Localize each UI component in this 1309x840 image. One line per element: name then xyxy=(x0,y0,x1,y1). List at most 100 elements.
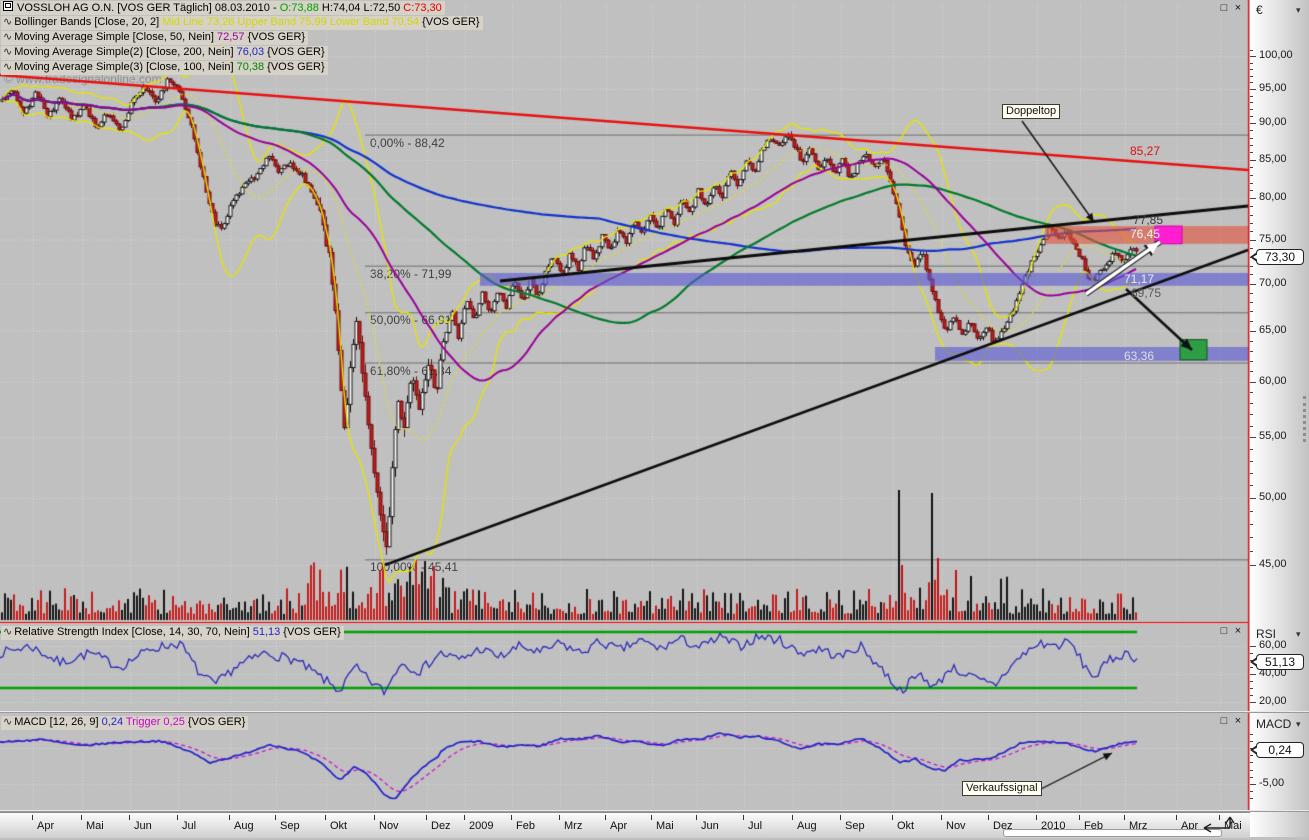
axis-tick xyxy=(1250,102,1253,104)
axis-tick xyxy=(1250,56,1256,58)
month-label-text: Aug xyxy=(234,820,254,832)
close-main-button[interactable]: × xyxy=(1232,2,1244,14)
axis-tick xyxy=(1250,222,1253,224)
legend-segment: 51,13 xyxy=(252,626,281,638)
reset-scroll-button[interactable] xyxy=(1196,813,1244,835)
axis-tick xyxy=(1250,88,1256,90)
axis-tick-label: 95,00 xyxy=(1259,81,1287,94)
legend-segment: MACD [12, 26, 9] xyxy=(14,716,102,728)
axis-tick xyxy=(1250,688,1253,689)
legend-segment: O:73,88 xyxy=(279,2,319,14)
maximize-macd-button[interactable]: □ xyxy=(1218,715,1230,727)
axis-tick xyxy=(1250,551,1253,553)
annotation-doppeltop[interactable]: Doppeltop xyxy=(1002,104,1061,119)
axis-tick-label: 85,00 xyxy=(1259,152,1287,165)
axis-tick xyxy=(1250,283,1256,285)
axis-tick-label: 75,00 xyxy=(1259,232,1287,245)
axis-tick xyxy=(1250,292,1253,294)
month-label: Aug xyxy=(792,814,817,836)
axis-tick xyxy=(1250,214,1253,216)
axis-tick xyxy=(1250,144,1253,146)
legend-segment: 70,38 xyxy=(236,61,265,73)
month-label: Aug xyxy=(229,814,254,836)
axis-tick xyxy=(1250,755,1253,757)
axis-tick xyxy=(1250,437,1256,439)
axis-tick xyxy=(1250,167,1253,169)
legend-sma200[interactable]: ∿ Moving Average Simple(2) [Close, 200, N… xyxy=(1,46,328,60)
axis-tick xyxy=(1250,75,1253,77)
axis-tick xyxy=(1250,403,1253,405)
chart-window-icon xyxy=(3,1,13,11)
axis-splitter-handle[interactable] xyxy=(1303,396,1306,442)
axis-tick xyxy=(1250,206,1253,208)
legend-segment: {VOS GER} xyxy=(264,46,325,58)
axis-tick xyxy=(1250,472,1253,474)
price-axis-dropdown-icon[interactable]: ▾ xyxy=(1296,5,1301,16)
month-label-text: Nov xyxy=(946,820,966,832)
axis-tick xyxy=(1250,159,1256,161)
month-label: Mai xyxy=(651,814,674,836)
axis-tick-label: 60,00 xyxy=(1259,639,1287,651)
macd-axis-dropdown-icon[interactable]: ▾ xyxy=(1296,719,1301,730)
axis-tick-label: 20,00 xyxy=(1259,695,1287,707)
panel-separator[interactable] xyxy=(0,711,1309,713)
axis-tick xyxy=(1250,460,1253,462)
month-label-text: Feb xyxy=(516,820,535,832)
annotation-verkaufssignal[interactable]: Verkaufssignal xyxy=(962,781,1042,796)
axis-tick xyxy=(1250,510,1253,512)
month-label-text: Aug xyxy=(797,820,817,832)
axis-tick xyxy=(1250,776,1253,778)
axis-tick xyxy=(1250,485,1253,487)
legend-rsi[interactable]: ∿ Relative Strength Index [Close, 14, 30,… xyxy=(1,626,344,640)
legend-segment: C:73,30 xyxy=(403,2,442,14)
legend-segment: Bollinger Bands [Close, 20, 2] xyxy=(14,16,163,28)
axis-tick-label: 100,00 xyxy=(1259,49,1293,62)
axis-tick xyxy=(1250,695,1253,696)
maximize-rsi-button[interactable]: □ xyxy=(1218,625,1230,637)
legend-sma50[interactable]: ∿ Moving Average Simple [Close, 50, Nein]… xyxy=(1,31,309,45)
month-label-text: 2009 xyxy=(469,820,494,832)
legend-segment: Mid Line 73,26 Upper Band 75,99 Lower Ba… xyxy=(162,16,420,28)
axis-tick-label: 60,00 xyxy=(1259,374,1287,387)
axis-tick xyxy=(1250,182,1253,184)
axis-tick xyxy=(1250,791,1253,793)
price-axis-unit[interactable]: € xyxy=(1256,3,1263,17)
legend-segment: {VOS GER} xyxy=(419,16,480,28)
legend-bollinger[interactable]: ∿ Bollinger Bands [Close, 20, 2] Mid Line… xyxy=(1,16,483,30)
month-label: Sep xyxy=(275,814,300,836)
title-bar: VOSSLOH AG O.N. [VOS GER Täglich] 08.03.… xyxy=(1,1,445,15)
axis-tick xyxy=(1250,733,1253,735)
rsi-axis-dropdown-icon[interactable]: ▾ xyxy=(1296,629,1301,640)
month-label-text: Dez xyxy=(431,820,451,832)
axis-tick xyxy=(1250,239,1256,241)
legend-macd[interactable]: ∿ MACD [12, 26, 9] 0,24 Trigger 0,25 {VOS… xyxy=(1,716,249,730)
month-label-text: Jul xyxy=(182,820,197,832)
month-label: Okt xyxy=(324,814,347,836)
month-label-text: Jun xyxy=(701,820,719,832)
legend-segment: Moving Average Simple [Close, 50, Nein] xyxy=(14,31,218,43)
month-label: Dez xyxy=(426,814,451,836)
month-label: Mrz xyxy=(558,814,582,836)
month-label: Apr xyxy=(31,814,54,836)
axis-tick xyxy=(1250,360,1253,362)
legend-segment: Trigger 0,25 xyxy=(123,716,185,728)
axis-tick xyxy=(1250,702,1256,703)
legend-segment: {VOS GER} xyxy=(264,61,325,73)
reset-scroll-icon xyxy=(1203,816,1235,833)
month-label: Jul xyxy=(742,814,762,836)
axis-tick xyxy=(1250,321,1253,322)
horizontal-scrollbar-thumb[interactable] xyxy=(1003,829,1222,837)
maximize-main-button[interactable]: □ xyxy=(1218,2,1230,14)
axis-tick xyxy=(1250,425,1253,427)
legend-segment: 76,03 xyxy=(236,46,265,58)
macd-axis-label[interactable]: MACD xyxy=(1256,717,1291,731)
legend-sma100[interactable]: ∿ Moving Average Simple(3) [Close, 100, N… xyxy=(1,61,328,75)
axis-tick xyxy=(1250,350,1253,352)
price-level-label: 71,17 xyxy=(1124,272,1155,286)
close-rsi-button[interactable]: × xyxy=(1232,625,1244,637)
axis-tick-label: 55,00 xyxy=(1259,430,1287,443)
legend-segment: H:74,04 L:72,50 xyxy=(318,2,404,14)
axis-tick xyxy=(1250,62,1253,64)
close-macd-button[interactable]: × xyxy=(1232,715,1244,727)
price-level-label: 63,36 xyxy=(1124,349,1155,363)
